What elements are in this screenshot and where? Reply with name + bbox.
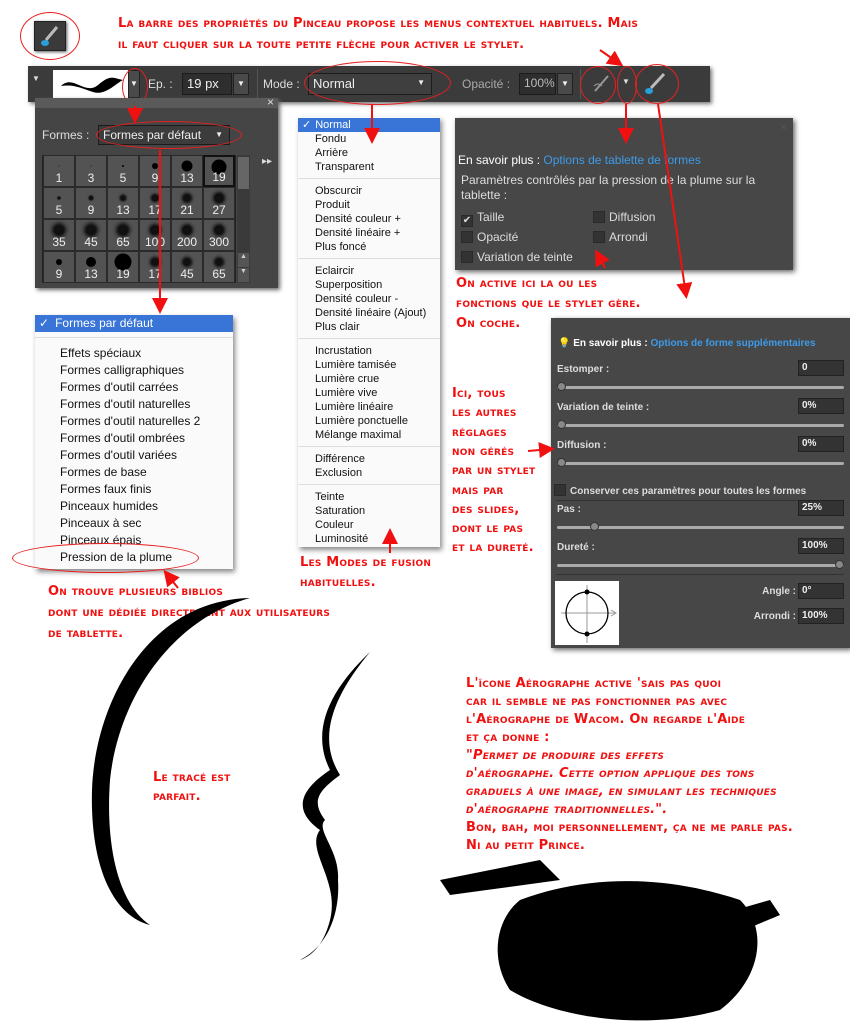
stroke-scribble bbox=[440, 860, 780, 1021]
test-strokes-drawing bbox=[91, 598, 780, 1021]
stroke-squiggle bbox=[300, 652, 370, 960]
stroke-c bbox=[91, 598, 250, 925]
